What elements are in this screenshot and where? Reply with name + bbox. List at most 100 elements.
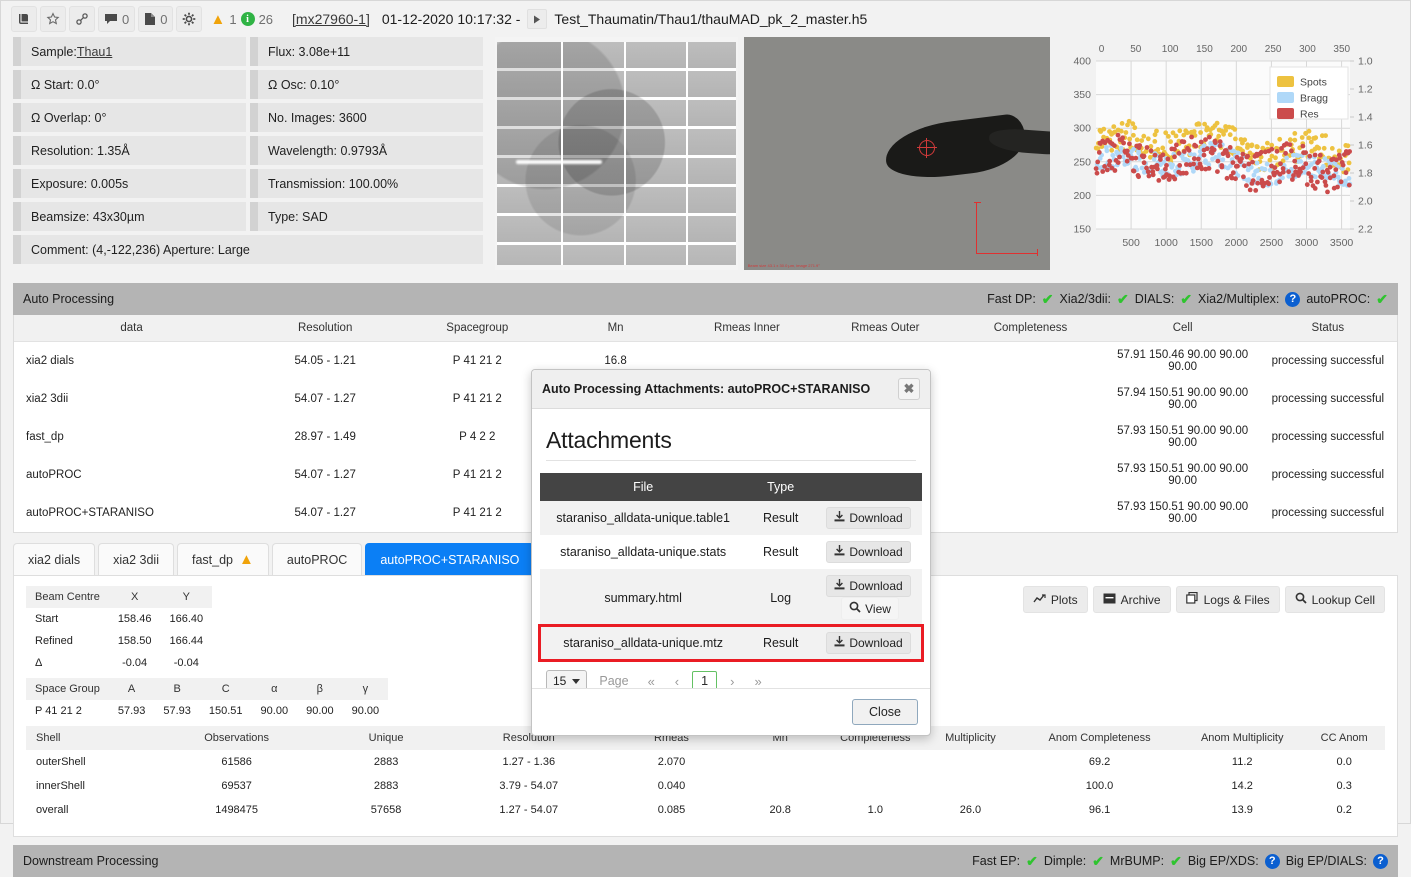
column-header: B [154,678,200,700]
svg-text:300: 300 [1073,123,1091,135]
page-size-select[interactable]: 15 [546,670,588,688]
svg-text:250: 250 [1265,44,1282,55]
chart-canvas: 500 1000 1500 2000 2500 3000 3500 0 50 100 150 200 2… [1073,44,1372,249]
check-icon: ✔ [1180,290,1193,307]
sample-camera-image[interactable]: Beam size 43.1 x 30.0 µm, image 271.9° [743,37,1050,270]
info-row: Resolution: 1.35Å Wavelength: 0.9793Å [13,136,483,165]
downstream-title: Downstream Processing [23,854,159,868]
cell-data: fast_dp [26,431,64,443]
plots-button[interactable]: Plots [1022,586,1088,613]
download-button[interactable]: Download [826,632,911,654]
download-button[interactable]: Download [826,507,911,529]
info-row: Ω Start: 0.0° Ω Osc: 0.10° [13,70,483,99]
next-page-button[interactable]: › [723,672,741,689]
sample-caption: Beam size 43.1 x 30.0 µm, image 271.9° [747,263,820,268]
column-header: Spacegroup [401,315,554,342]
svg-text:200: 200 [1230,44,1247,55]
attachment-file: staraniso_alldata-unique.table1 [556,511,731,525]
tab-xia2-dials[interactable]: xia2 dials [13,543,96,575]
cell-resolution: 3.79 - 54.07 [499,780,559,792]
logs-files-button[interactable]: Logs & Files [1175,586,1280,613]
last-page-button[interactable]: » [747,672,768,689]
value-y: 166.40 [169,613,204,625]
beam-centre-header: Beam Centre [26,586,109,608]
attachments-table: File Type staraniso_alldata-unique.table… [538,473,924,662]
attachment-type: Result [762,511,799,525]
attachment-file: staraniso_alldata-unique.mtz [563,636,724,650]
sample-link[interactable]: Thau1 [77,45,112,59]
info-row: Sample: Thau1 Flux: 3.08e+11 [13,37,483,66]
cell-status: processing successful [1271,393,1385,405]
attachment-row[interactable]: staraniso_alldata-unique.table1 Result Dow… [540,501,922,535]
star-icon[interactable] [40,6,66,32]
attachment-row[interactable]: summary.html Log Download View [540,569,922,626]
svg-text:500: 500 [1122,237,1140,249]
top-toolbar: 0 0 ▲ 1 i 26 [mx27960-1] 01-12-2020 10:1… [1,1,1410,37]
question-icon: ? [1373,853,1388,869]
close-button[interactable]: Close [852,699,918,725]
check-icon: ✔ [1116,290,1129,307]
cell-resolution: 1.27 - 54.07 [499,804,559,816]
shell-statistics-table: Shell Observations Unique Resolution Rmeas Mn… [26,726,1385,822]
scale-bar [974,202,1038,256]
column-header: Rmeas Inner [677,315,817,342]
comments-button[interactable]: 0 [98,6,136,32]
info-cell-type: Type: SAD [250,202,483,231]
row-label: Start [35,613,59,625]
column-header: Shell [26,726,149,750]
lookup-cell-button[interactable]: Lookup Cell [1284,586,1385,613]
warning-triangle-icon: ▲ [210,10,226,28]
link-icon[interactable] [69,6,95,32]
download-button[interactable]: Download [826,541,911,563]
gear-icon[interactable] [176,6,203,32]
tab-xia2-3dii[interactable]: xia2 3dii [98,543,174,575]
diffraction-image-thumbnail[interactable] [495,37,738,270]
download-button[interactable]: Download [826,575,911,597]
column-file: File [540,473,747,501]
download-icon [834,636,845,650]
cell-rmeas: 0.040 [657,780,686,792]
close-icon[interactable]: ✖ [898,378,920,400]
download-label: Download [849,579,903,593]
download-label: Download [849,636,903,650]
cell-data: autoPROC [26,469,82,481]
table-header-row: data Resolution Spacegroup Mn Rmeas Inner Rme… [14,315,1397,342]
proposal-link[interactable]: [mx27960-1] [292,11,370,27]
view-button[interactable]: View [841,597,899,620]
tab-label: xia2 dials [28,552,81,567]
page-label: Page [599,674,629,688]
column-header: C [199,678,252,700]
chart-line-icon [1033,593,1046,607]
archive-button[interactable]: Archive [1092,586,1171,613]
warning-indicator[interactable]: ▲ 1 i 26 [205,6,278,32]
book-icon[interactable] [11,6,37,32]
current-page-indicator[interactable]: 1 [692,671,718,688]
file-count: 0 [160,11,168,27]
attachment-row[interactable]: staraniso_alldata-unique.stats Result Down… [540,535,922,569]
info-row: Comment: (4,-122,236) Aperture: Large [13,235,483,264]
info-cell-omega-start: Ω Start: 0.0° [13,70,246,99]
previous-page-button[interactable]: ‹ [668,672,686,689]
status-item: DIALS: [1134,292,1175,306]
first-page-button[interactable]: « [641,672,662,689]
cell-observations: 1498475 [215,804,259,816]
play-icon[interactable] [527,9,548,29]
cell-cell: 57.93 150.51 90.00 90.00 90.00 [1117,425,1249,449]
cell-anom-multiplicity: 11.2 [1231,756,1253,768]
info-cell-exposure: Exposure: 0.005s [13,169,246,198]
attachment-file: summary.html [604,590,682,605]
svg-text:200: 200 [1073,190,1091,202]
cell-anom-completeness: 69.2 [1088,756,1111,768]
column-actions [815,473,922,501]
column-header: data [14,315,250,342]
attachment-row[interactable]: staraniso_alldata-unique.mtz Result Downlo… [538,624,924,662]
spots-resolution-chart[interactable]: 500 1000 1500 2000 2500 3000 3500 0 50 100 150 200 2… [1058,37,1398,275]
cell-shell: overall [36,804,69,816]
application-window: 0 0 ▲ 1 i 26 [mx27960-1] 01-12-2020 10:1… [0,0,1411,877]
files-button[interactable]: 0 [138,6,174,32]
attachment-actions: Download [815,535,922,569]
tab-autoproc[interactable]: autoPROC [271,543,363,575]
tab-autoproc-staraniso[interactable]: autoPROC+STARANISO [365,543,535,575]
tab-fast-dp[interactable]: fast_dp ▲ [177,543,269,575]
info-cell-flux: Flux: 3.08e+11 [250,37,483,66]
